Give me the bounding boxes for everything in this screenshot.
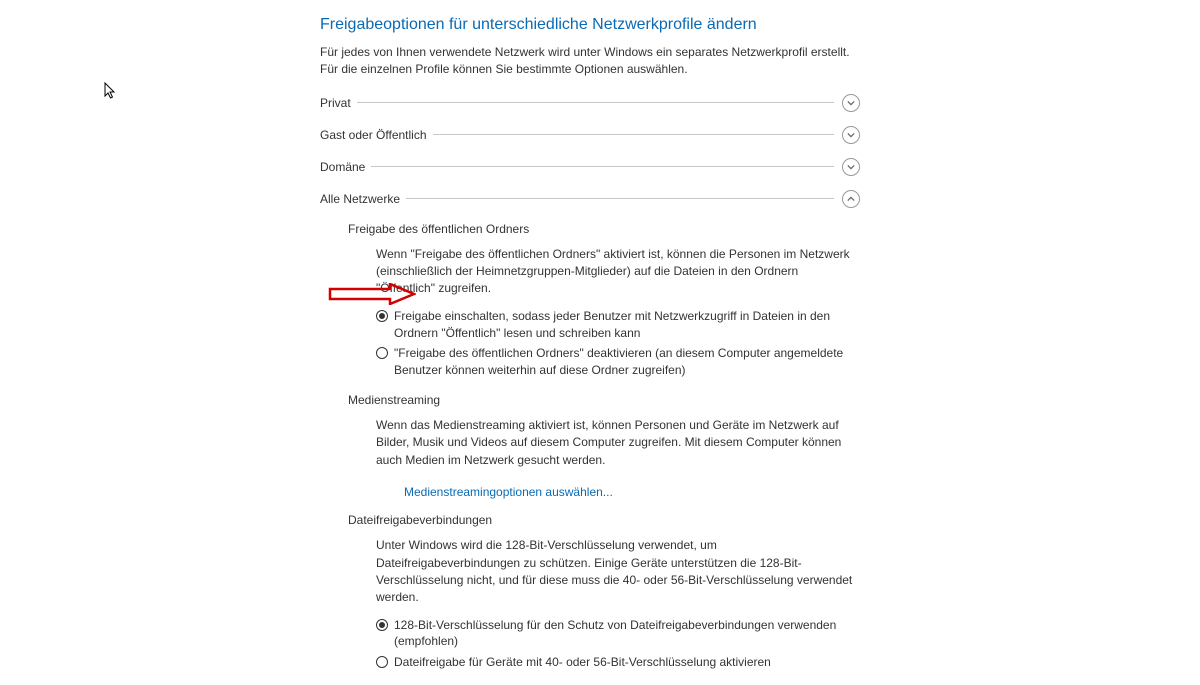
radio-group-public-folder: Freigabe einschalten, sodass jeder Benut… (376, 308, 860, 379)
radio-label: Dateifreigabe für Geräte mit 40- oder 56… (394, 654, 771, 671)
annotation-arrow-icon (328, 283, 416, 305)
section-domaene[interactable]: Domäne (320, 158, 860, 176)
section-alle-netzwerke[interactable]: Alle Netzwerke (320, 190, 860, 208)
radio-disable-sharing[interactable]: "Freigabe des öffentlichen Ordners" deak… (376, 345, 860, 379)
subsection-title: Dateifreigabeverbindungen (348, 513, 860, 527)
divider (371, 166, 834, 167)
subsection-description: Wenn das Medienstreaming aktiviert ist, … (376, 417, 860, 469)
section-label: Alle Netzwerke (320, 192, 406, 206)
radio-label: 128-Bit-Verschlüsselung für den Schutz v… (394, 617, 860, 651)
chevron-up-icon[interactable] (842, 190, 860, 208)
radio-enable-sharing[interactable]: Freigabe einschalten, sodass jeder Benut… (376, 308, 860, 342)
divider (357, 102, 834, 103)
section-label: Domäne (320, 160, 371, 174)
subsection-title: Freigabe des öffentlichen Ordners (348, 222, 860, 236)
subsection-public-folder: Freigabe des öffentlichen Ordners Wenn "… (348, 222, 860, 379)
subsection-description: Wenn "Freigabe des öffentlichen Ordners"… (376, 246, 860, 298)
divider (433, 134, 835, 135)
page-title: Freigabeoptionen für unterschiedliche Ne… (320, 16, 860, 34)
radio-icon (376, 347, 388, 359)
radio-icon (376, 619, 388, 631)
page-description: Für jedes von Ihnen verwendete Netzwerk … (320, 44, 860, 78)
chevron-down-icon[interactable] (842, 94, 860, 112)
settings-panel: Freigabeoptionen für unterschiedliche Ne… (320, 16, 860, 685)
section-privat[interactable]: Privat (320, 94, 860, 112)
cursor-icon (104, 82, 118, 100)
subsection-media-streaming: Medienstreaming Wenn das Medienstreaming… (348, 393, 860, 499)
subsection-title: Medienstreaming (348, 393, 860, 407)
chevron-down-icon[interactable] (842, 158, 860, 176)
radio-icon (376, 656, 388, 668)
subsection-file-sharing-connections: Dateifreigabeverbindungen Unter Windows … (348, 513, 860, 671)
section-gast[interactable]: Gast oder Öffentlich (320, 126, 860, 144)
media-streaming-link[interactable]: Medienstreamingoptionen auswählen... (404, 485, 613, 499)
section-label: Gast oder Öffentlich (320, 128, 433, 142)
radio-40-56bit[interactable]: Dateifreigabe für Geräte mit 40- oder 56… (376, 654, 860, 671)
radio-label: "Freigabe des öffentlichen Ordners" deak… (394, 345, 860, 379)
radio-icon (376, 310, 388, 322)
divider (406, 198, 834, 199)
radio-group-encryption: 128-Bit-Verschlüsselung für den Schutz v… (376, 617, 860, 671)
subsection-description: Unter Windows wird die 128-Bit-Verschlüs… (376, 537, 860, 607)
radio-128bit[interactable]: 128-Bit-Verschlüsselung für den Schutz v… (376, 617, 860, 651)
section-label: Privat (320, 96, 357, 110)
chevron-down-icon[interactable] (842, 126, 860, 144)
radio-label: Freigabe einschalten, sodass jeder Benut… (394, 308, 860, 342)
